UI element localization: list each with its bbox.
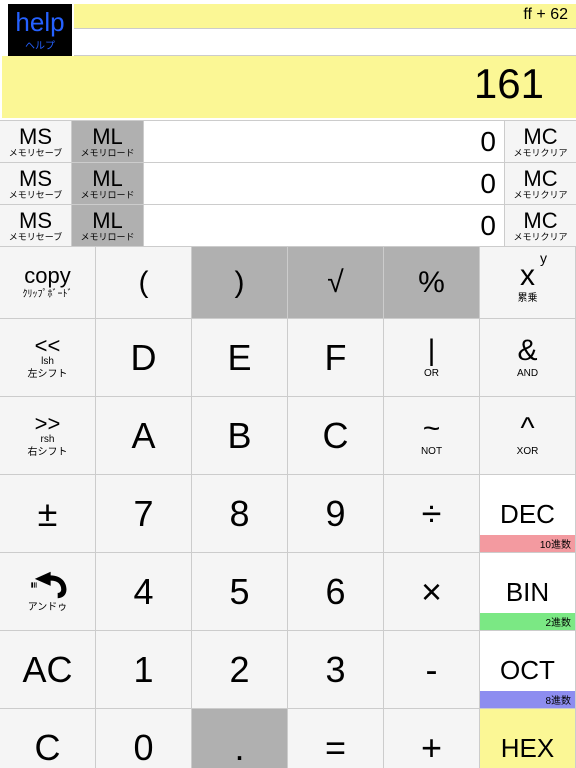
not-button[interactable]: ~NOT bbox=[384, 397, 480, 475]
decimal-point-button[interactable]: . bbox=[192, 709, 288, 768]
memory-save-button[interactable]: MSメモリセーブ bbox=[0, 163, 72, 204]
key-9[interactable]: 9 bbox=[288, 475, 384, 553]
key-b[interactable]: B bbox=[192, 397, 288, 475]
bin-tag: 2進数 bbox=[480, 613, 575, 630]
oct-tag: 8進数 bbox=[480, 691, 575, 708]
key-5[interactable]: 5 bbox=[192, 553, 288, 631]
memory-area: MSメモリセーブ MLメモリロード 0 MCメモリクリア MSメモリセーブ ML… bbox=[0, 120, 576, 246]
multiply-button[interactable]: × bbox=[384, 553, 480, 631]
xor-button[interactable]: ^XOR bbox=[480, 397, 576, 475]
sqrt-button[interactable]: √ bbox=[288, 247, 384, 319]
power-button[interactable]: xy累乗 bbox=[480, 247, 576, 319]
clear-button[interactable]: C bbox=[0, 709, 96, 768]
rparen-button[interactable]: ) bbox=[192, 247, 288, 319]
oct-mode-button[interactable]: OCT8進数 bbox=[480, 631, 576, 709]
memory-row: MSメモリセーブ MLメモリロード 0 MCメモリクリア bbox=[0, 162, 576, 204]
key-7[interactable]: 7 bbox=[96, 475, 192, 553]
memory-save-button[interactable]: MSメモリセーブ bbox=[0, 205, 72, 246]
dec-mode-button[interactable]: DEC10進数 bbox=[480, 475, 576, 553]
memory-load-button[interactable]: MLメモリロード bbox=[72, 205, 144, 246]
key-4[interactable]: 4 bbox=[96, 553, 192, 631]
memory-load-button[interactable]: MLメモリロード bbox=[72, 121, 144, 162]
key-6[interactable]: 6 bbox=[288, 553, 384, 631]
undo-button[interactable]: アンドゥ bbox=[0, 553, 96, 631]
undo-icon bbox=[26, 570, 70, 600]
memory-row: MSメモリセーブ MLメモリロード 0 MCメモリクリア bbox=[0, 204, 576, 246]
memory-save-button[interactable]: MSメモリセーブ bbox=[0, 121, 72, 162]
key-e[interactable]: E bbox=[192, 319, 288, 397]
keypad-grid: copyｸﾘｯﾌﾟﾎﾞｰﾄﾞ ( ) √ % xy累乗 <<lsh左シフト D … bbox=[0, 246, 576, 768]
secondary-display bbox=[74, 28, 576, 56]
copy-button[interactable]: copyｸﾘｯﾌﾟﾎﾞｰﾄﾞ bbox=[0, 247, 96, 319]
key-1[interactable]: 1 bbox=[96, 631, 192, 709]
expression-display: ff + 62 bbox=[74, 4, 576, 28]
and-button[interactable]: &AND bbox=[480, 319, 576, 397]
lshift-button[interactable]: <<lsh左シフト bbox=[0, 319, 96, 397]
or-button[interactable]: |OR bbox=[384, 319, 480, 397]
key-8[interactable]: 8 bbox=[192, 475, 288, 553]
rshift-button[interactable]: >>rsh右シフト bbox=[0, 397, 96, 475]
memory-clear-button[interactable]: MCメモリクリア bbox=[504, 163, 576, 204]
memory-value: 0 bbox=[144, 163, 504, 204]
equals-button[interactable]: = bbox=[288, 709, 384, 768]
key-c-hex[interactable]: C bbox=[288, 397, 384, 475]
memory-clear-button[interactable]: MCメモリクリア bbox=[504, 205, 576, 246]
dec-tag: 10進数 bbox=[480, 535, 575, 552]
minus-button[interactable]: - bbox=[384, 631, 480, 709]
help-label: help bbox=[8, 9, 72, 35]
key-2[interactable]: 2 bbox=[192, 631, 288, 709]
memory-value: 0 bbox=[144, 205, 504, 246]
all-clear-button[interactable]: AC bbox=[0, 631, 96, 709]
result-display: 161 bbox=[2, 56, 576, 118]
divide-button[interactable]: ÷ bbox=[384, 475, 480, 553]
bin-mode-button[interactable]: BIN2進数 bbox=[480, 553, 576, 631]
percent-button[interactable]: % bbox=[384, 247, 480, 319]
memory-row: MSメモリセーブ MLメモリロード 0 MCメモリクリア bbox=[0, 120, 576, 162]
memory-clear-button[interactable]: MCメモリクリア bbox=[504, 121, 576, 162]
key-3[interactable]: 3 bbox=[288, 631, 384, 709]
help-sublabel: ヘルプ bbox=[8, 37, 72, 52]
lparen-button[interactable]: ( bbox=[96, 247, 192, 319]
key-a[interactable]: A bbox=[96, 397, 192, 475]
key-f[interactable]: F bbox=[288, 319, 384, 397]
plus-button[interactable]: + bbox=[384, 709, 480, 768]
key-0[interactable]: 0 bbox=[96, 709, 192, 768]
help-button[interactable]: help ヘルプ bbox=[8, 4, 72, 56]
memory-load-button[interactable]: MLメモリロード bbox=[72, 163, 144, 204]
hex-mode-button[interactable]: HEX16進数 bbox=[480, 709, 576, 768]
memory-value: 0 bbox=[144, 121, 504, 162]
plus-minus-button[interactable]: ± bbox=[0, 475, 96, 553]
key-d[interactable]: D bbox=[96, 319, 192, 397]
